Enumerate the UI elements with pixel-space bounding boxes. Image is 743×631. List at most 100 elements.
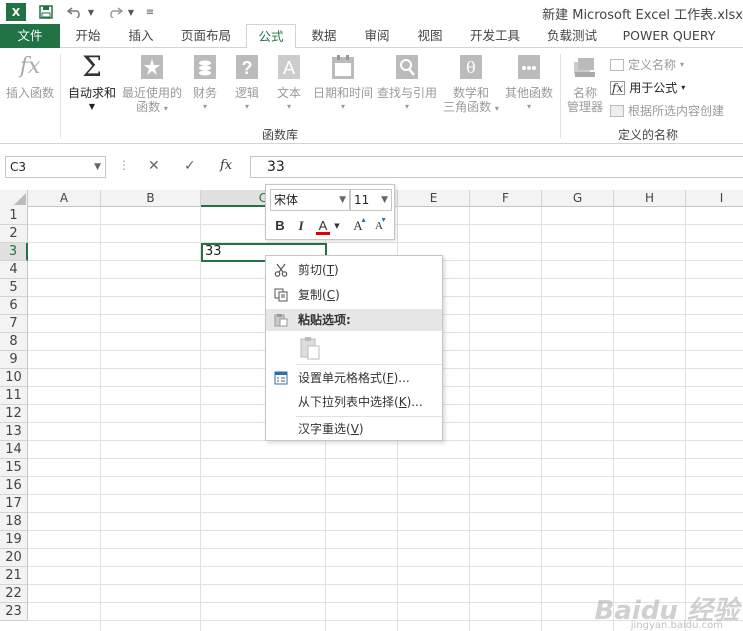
define-name-button[interactable]: 定义名称 ▾: [610, 56, 684, 73]
font-name-select[interactable]: 宋体 ▼: [270, 189, 350, 211]
row-header[interactable]: 16: [0, 477, 28, 495]
undo-icon[interactable]: [66, 3, 84, 21]
name-box[interactable]: C3 ▼: [5, 156, 106, 178]
italic-button[interactable]: I: [293, 216, 309, 236]
window-title: 新建 Microsoft Excel 工作表.xlsx: [542, 8, 743, 23]
row-header[interactable]: 18: [0, 513, 28, 531]
financial-button[interactable]: 财务 ▾: [186, 52, 224, 114]
menu-item-hanzi-reselect[interactable]: 汉字重选(V): [266, 418, 442, 440]
tab-view[interactable]: 视图: [406, 24, 454, 48]
row-header[interactable]: 17: [0, 495, 28, 513]
autosum-button[interactable]: Σ 自动求和 ▼: [64, 52, 120, 114]
logical-button[interactable]: ? 逻辑 ▾: [228, 52, 266, 114]
column-gridline: [100, 207, 101, 631]
font-color-bar: [316, 232, 330, 235]
tab-load-test[interactable]: 负载测试: [536, 24, 608, 48]
row-header[interactable]: 5: [0, 279, 28, 297]
row-header[interactable]: 12: [0, 405, 28, 423]
row-gridline: [28, 530, 743, 531]
formula-bar: C3 ▼ ⋮ ✕ ✓ fx 33: [0, 150, 743, 184]
copy-icon: [273, 287, 289, 303]
formula-input[interactable]: 33: [250, 156, 743, 178]
math-trig-button[interactable]: θ 数学和 三角函数 ▾: [440, 52, 502, 116]
menu-item-copy[interactable]: 复制(C): [266, 284, 442, 306]
insert-function-icon[interactable]: fx: [220, 158, 232, 173]
select-all-corner[interactable]: [0, 190, 28, 207]
row-header[interactable]: 9: [0, 351, 28, 369]
chevron-down-icon: ▼: [88, 102, 96, 111]
customize-qat-icon[interactable]: ≡: [144, 3, 156, 21]
font-color-dropdown-icon[interactable]: ▼: [333, 216, 341, 236]
row-header[interactable]: 10: [0, 369, 28, 387]
more-functions-button[interactable]: 其他函数 ▾: [502, 52, 556, 114]
more-options-icon[interactable]: ⋮: [118, 158, 130, 172]
tab-developer[interactable]: 开发工具: [458, 24, 532, 48]
row-header[interactable]: 11: [0, 387, 28, 405]
column-header-g[interactable]: G: [542, 190, 614, 207]
row-header[interactable]: 15: [0, 459, 28, 477]
menu-item-format-cells[interactable]: 设置单元格格式(F)...: [266, 367, 442, 389]
save-icon[interactable]: [36, 3, 56, 21]
lookup-reference-button[interactable]: 查找与引用 ▾: [376, 52, 438, 114]
column-header-b[interactable]: B: [101, 190, 201, 207]
row-header[interactable]: 1: [0, 207, 28, 225]
text-button[interactable]: A 文本 ▾: [270, 52, 308, 114]
font-color-button[interactable]: A: [314, 216, 332, 236]
use-in-formula-button[interactable]: fx 用于公式 ▾: [610, 79, 685, 96]
column-header-i[interactable]: I: [686, 190, 743, 207]
row-header[interactable]: 8: [0, 333, 28, 351]
tab-file[interactable]: 文件: [0, 24, 60, 48]
recently-used-button[interactable]: 最近使用的 函数 ▾: [120, 52, 184, 116]
row-header[interactable]: 3: [0, 243, 28, 261]
tab-formulas[interactable]: 公式: [246, 24, 296, 49]
tab-review[interactable]: 审阅: [352, 24, 402, 48]
mini-toolbar: 宋体 ▼ 11 ▼ B I A ▼ A ▲ A ▼: [265, 184, 395, 240]
column-header-f[interactable]: F: [470, 190, 542, 207]
scissors-icon: [273, 262, 289, 278]
enter-icon[interactable]: ✓: [184, 158, 196, 174]
row-header[interactable]: 7: [0, 315, 28, 333]
tab-data[interactable]: 数据: [300, 24, 348, 48]
row-header[interactable]: 2: [0, 225, 28, 243]
font-size-select[interactable]: 11 ▼: [350, 189, 392, 211]
row-header[interactable]: 21: [0, 567, 28, 585]
fx-small-icon: fx: [610, 80, 626, 95]
create-from-selection-icon: [610, 104, 624, 117]
tab-insert[interactable]: 插入: [116, 24, 166, 48]
row-header[interactable]: 19: [0, 531, 28, 549]
excel-logo-icon: X: [6, 3, 26, 21]
paste-option-clipboard-icon[interactable]: [298, 336, 322, 360]
tab-home[interactable]: 开始: [64, 24, 112, 48]
row-header[interactable]: 22: [0, 585, 28, 603]
context-menu: 剪切(T) 复制(C) 粘贴选项: 设置单元格格式(F)... 从下拉列表中选择…: [265, 255, 443, 441]
create-from-selection-button[interactable]: 根据所选内容创建: [610, 102, 724, 119]
undo-dropdown-icon[interactable]: ▼: [86, 3, 96, 21]
row-header[interactable]: 20: [0, 549, 28, 567]
row-header[interactable]: 4: [0, 261, 28, 279]
name-manager-icon: [571, 52, 599, 82]
row-header[interactable]: 23: [0, 603, 28, 621]
row-header[interactable]: 14: [0, 441, 28, 459]
redo-icon[interactable]: [106, 3, 124, 21]
ribbon-separator: [560, 54, 561, 138]
name-manager-button[interactable]: 名称 管理器: [564, 52, 606, 114]
column-header-a[interactable]: A: [28, 190, 101, 207]
menu-item-pick-from-list[interactable]: 从下拉列表中选择(K)...: [266, 391, 442, 413]
svg-text:θ: θ: [466, 58, 476, 77]
row-header[interactable]: 6: [0, 297, 28, 315]
shrink-font-button[interactable]: A ▼: [371, 216, 387, 236]
datetime-button[interactable]: 日期和时间 ▾: [310, 52, 376, 114]
column-header-e[interactable]: E: [398, 190, 470, 207]
row-gridline: [28, 512, 743, 513]
column-header-h[interactable]: H: [614, 190, 686, 207]
grow-font-button[interactable]: A ▲: [349, 216, 367, 236]
menu-item-cut[interactable]: 剪切(T): [266, 259, 442, 281]
bold-button[interactable]: B: [272, 216, 288, 236]
tab-page-layout[interactable]: 页面布局: [170, 24, 242, 48]
tab-power-query[interactable]: POWER QUERY: [614, 24, 724, 48]
redo-dropdown-icon[interactable]: ▼: [126, 3, 136, 21]
row-gridline: [28, 548, 743, 549]
cancel-icon[interactable]: ✕: [148, 158, 160, 174]
row-header[interactable]: 13: [0, 423, 28, 441]
insert-function-button[interactable]: fx 插入函数: [4, 52, 56, 101]
